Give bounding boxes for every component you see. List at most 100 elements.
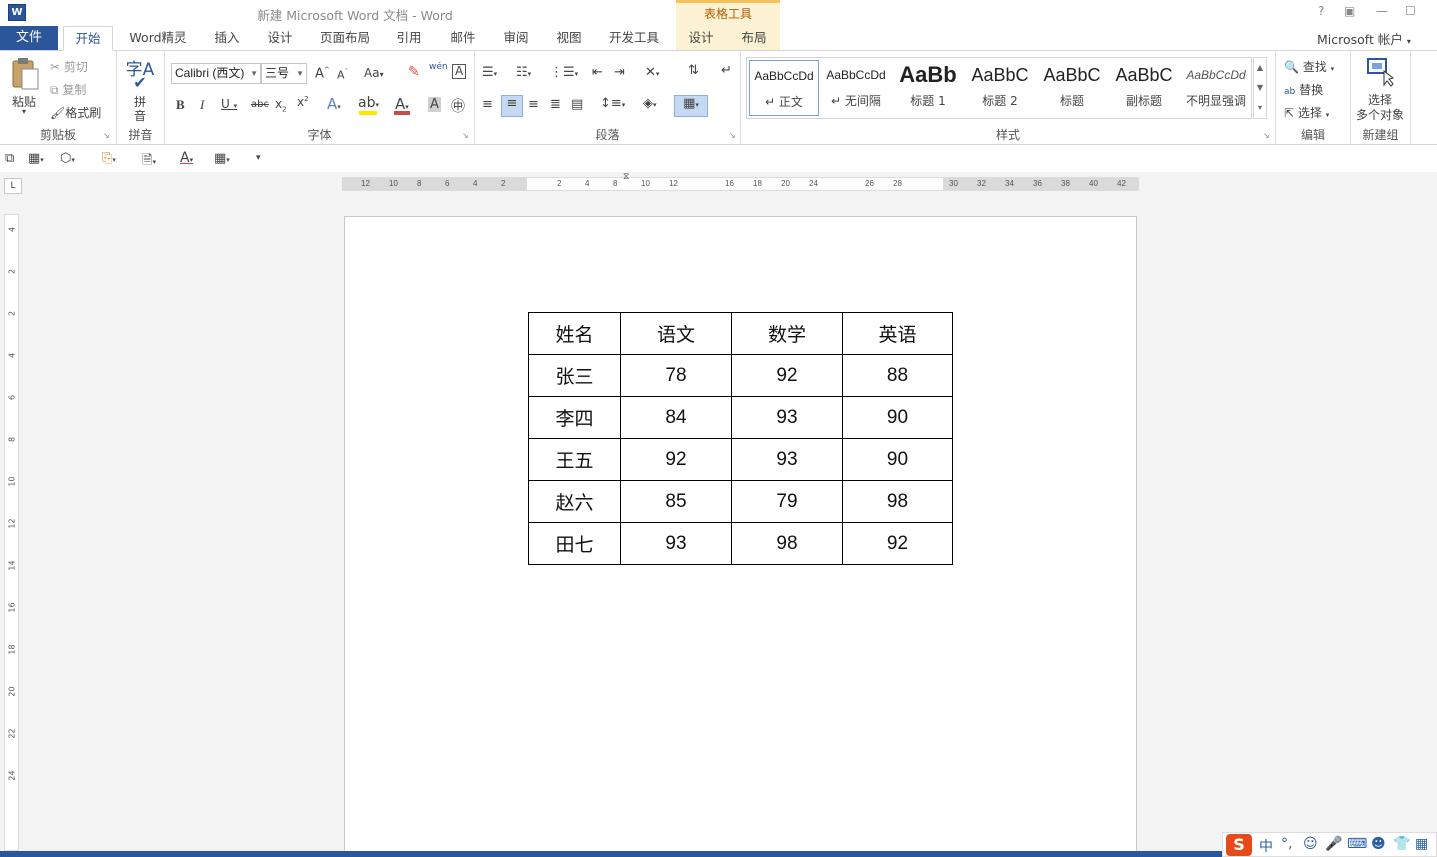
borders-icon[interactable]: ▦▾: [674, 95, 708, 117]
skin-icon[interactable]: 👕: [1393, 836, 1410, 852]
score-cell[interactable]: 92: [731, 354, 843, 397]
enclose-characters-icon[interactable]: ㊥: [451, 96, 465, 116]
bold-icon[interactable]: B: [176, 97, 185, 113]
score-cell[interactable]: 98: [842, 480, 953, 523]
font-name-combo[interactable]: Calibri (西文) ▼: [171, 63, 261, 84]
replace-button[interactable]: ab 替换: [1284, 81, 1323, 98]
paste-special-icon[interactable]: ⎘▾: [102, 151, 116, 166]
tab-view[interactable]: 视图: [548, 26, 590, 51]
name-cell[interactable]: 张三: [528, 354, 621, 397]
table-insert-icon[interactable]: ▦▾: [28, 151, 44, 166]
help-button[interactable]: ?: [1318, 4, 1324, 18]
text-effects-icon[interactable]: A▾: [327, 95, 341, 113]
new-document-icon[interactable]: ⧉: [5, 151, 14, 166]
style-subtle-emphasis[interactable]: AaBbCcDd 不明显强调: [1181, 60, 1251, 118]
tab-word-jingling[interactable]: Word精灵: [122, 26, 194, 51]
indent-marker-icon[interactable]: ⧖: [623, 172, 629, 182]
score-cell[interactable]: 90: [842, 438, 953, 481]
phonetic-guide-icon[interactable]: wén: [429, 62, 448, 72]
show-paragraph-marks-icon[interactable]: ↵: [721, 63, 732, 78]
ime-punctuation-toggle[interactable]: °,: [1281, 836, 1292, 852]
maximize-button[interactable]: ☐: [1405, 4, 1416, 18]
subscript-icon[interactable]: x2: [275, 97, 287, 113]
align-center-icon[interactable]: ≡: [501, 95, 523, 117]
document-icon[interactable]: 🗎▾: [142, 151, 156, 173]
align-right-icon[interactable]: ≡: [528, 97, 539, 112]
document-page[interactable]: 姓名 语文 数学 英语 张三 78 92 88 李四 84 93 90 王五 9…: [344, 216, 1137, 856]
style-title[interactable]: AaBbC 标题: [1037, 60, 1107, 118]
name-cell[interactable]: 李四: [528, 396, 621, 439]
superscript-icon[interactable]: x2: [297, 95, 309, 109]
vertical-ruler[interactable]: 4 2 2 4 6 8 10 12 14 16 18 20 22 24: [4, 214, 19, 851]
tab-table-design[interactable]: 设计: [680, 26, 722, 51]
name-cell[interactable]: 赵六: [528, 480, 621, 523]
score-cell[interactable]: 98: [731, 522, 843, 565]
dialog-launcher-icon[interactable]: ↘: [1263, 131, 1270, 140]
increase-indent-icon[interactable]: ⇥: [614, 65, 625, 80]
sort-icon[interactable]: ⇅: [688, 63, 699, 78]
tab-file[interactable]: 文件: [0, 26, 58, 50]
customize-qat-icon[interactable]: ▾: [256, 153, 261, 163]
user-icon[interactable]: ☻: [1371, 836, 1386, 852]
format-painter-button[interactable]: 🖌格式刷: [50, 104, 101, 121]
score-cell[interactable]: 93: [620, 522, 732, 565]
bullets-icon[interactable]: ☰▾: [482, 65, 497, 80]
tab-design[interactable]: 设计: [259, 26, 301, 51]
horizontal-ruler[interactable]: 12 10 8 6 4 2 2 4 8 10 12 16 18 20 24 26 28 30 32 34 36 38 40 4…: [342, 172, 1139, 191]
shrink-font-icon[interactable]: Aˇ: [337, 68, 348, 82]
highlight-color-icon[interactable]: ab▾: [358, 95, 379, 111]
header-cell[interactable]: 语文: [620, 312, 732, 355]
score-cell[interactable]: 93: [731, 396, 843, 439]
account-menu[interactable]: Microsoft 帐户 ▾: [1317, 29, 1411, 48]
ribbon-display-options-icon[interactable]: ▣: [1344, 4, 1355, 18]
tab-review[interactable]: 审阅: [495, 26, 537, 51]
change-case-icon[interactable]: Aa▾: [364, 66, 384, 80]
style-heading-2[interactable]: AaBbC 标题 2: [965, 60, 1035, 118]
dialog-launcher-icon[interactable]: ↘: [729, 131, 736, 140]
distributed-icon[interactable]: ▤: [571, 97, 583, 112]
decrease-indent-icon[interactable]: ⇤: [592, 65, 603, 80]
tab-insert[interactable]: 插入: [206, 26, 248, 51]
header-cell[interactable]: 英语: [842, 312, 953, 355]
score-cell[interactable]: 92: [842, 522, 953, 565]
numbering-icon[interactable]: ☷▾: [516, 65, 531, 80]
tab-mailings[interactable]: 邮件: [442, 26, 484, 51]
score-cell[interactable]: 85: [620, 480, 732, 523]
tab-home[interactable]: 开始: [63, 26, 113, 51]
underline-icon[interactable]: U ▾: [221, 97, 237, 111]
header-cell[interactable]: 数学: [731, 312, 843, 355]
line-spacing-icon[interactable]: ↕≡▾: [600, 96, 625, 111]
microphone-icon[interactable]: 🎤: [1325, 836, 1342, 852]
ime-mode-toggle[interactable]: 中: [1259, 836, 1273, 856]
align-left-icon[interactable]: ≡: [482, 97, 493, 112]
tab-table-layout[interactable]: 布局: [733, 26, 775, 51]
minimize-button[interactable]: —: [1376, 4, 1388, 18]
score-cell[interactable]: 90: [842, 396, 953, 439]
name-cell[interactable]: 王五: [528, 438, 621, 481]
score-cell[interactable]: 79: [731, 480, 843, 523]
tab-selector[interactable]: L: [4, 178, 22, 194]
style-heading-1[interactable]: AaBb 标题 1: [893, 60, 963, 118]
shading-icon[interactable]: ◈▾: [643, 96, 657, 111]
select-objects-line2[interactable]: 多个对象: [1356, 106, 1404, 123]
cut-button[interactable]: ✂ 剪切: [50, 58, 88, 75]
score-table[interactable]: 姓名 语文 数学 英语 张三 78 92 88 李四 84 93 90 王五 9…: [528, 312, 953, 565]
pinyin-button-line2[interactable]: 音: [134, 107, 146, 124]
strikethrough-icon[interactable]: abc: [251, 99, 269, 110]
select-button[interactable]: ⇱ 选择 ▾: [1284, 104, 1329, 121]
font-color-qat-icon[interactable]: A▾: [180, 150, 193, 166]
tab-developer[interactable]: 开发工具: [602, 26, 666, 51]
emoji-icon[interactable]: ☺: [1303, 836, 1318, 852]
dialog-launcher-icon[interactable]: ↘: [103, 131, 110, 140]
justify-icon[interactable]: ≣: [550, 97, 561, 112]
name-cell[interactable]: 田七: [528, 522, 621, 565]
paste-chevron-icon[interactable]: ▾: [22, 107, 26, 116]
style-subtitle[interactable]: AaBbC 副标题: [1109, 60, 1179, 118]
keyboard-icon[interactable]: ⌨: [1347, 836, 1367, 852]
shapes-icon[interactable]: ⬡▾: [60, 151, 75, 166]
italic-icon[interactable]: I: [200, 97, 204, 113]
tab-references[interactable]: 引用: [388, 26, 430, 51]
grow-font-icon[interactable]: A^: [315, 66, 330, 81]
score-cell[interactable]: 92: [620, 438, 732, 481]
chinese-layout-icon[interactable]: ✕▾: [645, 65, 659, 80]
